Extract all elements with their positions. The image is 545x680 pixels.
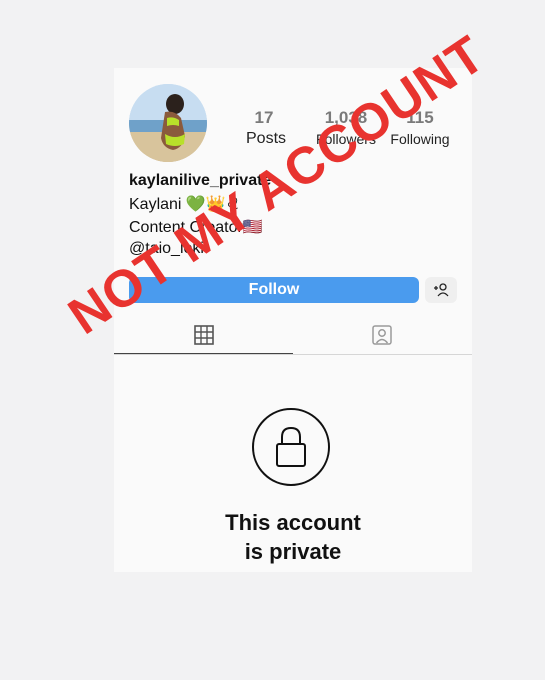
following-label: Following [390,131,450,147]
posts-stat[interactable]: 17 Posts [246,108,287,148]
profile-username: kaylanilive_private [129,172,272,189]
private-line-1: This account [225,510,361,535]
posts-label: Posts [246,130,287,147]
avatar[interactable] [129,84,207,162]
private-lock-badge [252,408,330,486]
following-count: 115 [406,108,434,127]
tab-posts-grid[interactable] [193,324,215,346]
posts-count: 17 [254,108,274,127]
bio-name: Kaylani 💚👑♌ [129,196,241,213]
tab-tagged[interactable] [371,324,393,346]
profile-card: 17 Posts 1,038 Followers 115 Following k… [114,68,472,572]
private-line-2: is private [244,539,342,564]
followers-label: Followers [316,131,376,147]
add-person-icon [434,283,449,297]
suggested-accounts-button[interactable] [425,277,457,303]
lock-icon [276,426,306,467]
follow-button[interactable]: Follow [129,277,419,303]
grid-icon [194,325,214,345]
following-stat[interactable]: 115 Following [386,108,454,148]
tagged-person-icon [372,325,392,345]
private-account-message: This account is private [114,508,472,566]
active-tab-indicator [114,353,293,354]
tab-divider [114,354,472,355]
followers-stat[interactable]: 1,038 Followers [312,108,380,148]
bio-mention-link[interactable]: @taio_loki [129,240,204,258]
avatar-photo [129,84,207,162]
followers-count: 1,038 [324,108,368,127]
bio-title: Content Creator🇺🇸 [129,219,263,236]
